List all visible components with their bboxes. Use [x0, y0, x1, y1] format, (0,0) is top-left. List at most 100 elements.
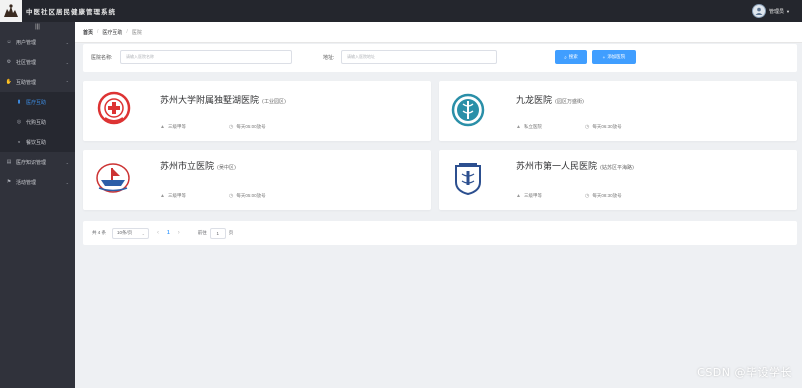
hospital-name[interactable]: 苏州大学附属独墅湖医院 (工业园区)	[160, 93, 286, 106]
hospital-name-text: 九龙医院	[516, 96, 553, 106]
hospital-name-input[interactable]: 请输入医院名称	[120, 50, 292, 64]
hospital-name-text: 苏州市立医院	[160, 162, 215, 172]
next-page-button[interactable]: ›	[178, 230, 180, 236]
clock-icon: ◷	[229, 124, 234, 130]
hospital-card[interactable]: 九龙医院 (园区万盛街) ▲ 私立医院 ◷ 每天06:30放号	[439, 81, 797, 141]
prev-page-button[interactable]: ‹	[157, 230, 159, 236]
add-button-label: 添加医院	[607, 54, 626, 59]
doc-icon: ▮	[17, 99, 21, 105]
hospital-level-text: 三级甲等	[167, 124, 186, 129]
hospital-name-text: 苏州市第一人民医院	[516, 162, 598, 172]
hospital-area: (吴中区)	[217, 165, 236, 171]
sidebar-item-medical-aid[interactable]: ▮ 医疗互助	[0, 92, 75, 112]
user-menu[interactable]: 管理员 ▼	[752, 4, 790, 18]
thumbs-up-icon: ▲	[516, 193, 521, 199]
hospital-hours: ◷ 每天05:00放号	[229, 124, 266, 130]
chevron-down-icon: ⌄	[65, 59, 69, 65]
breadcrumb-current: 医院	[131, 29, 142, 36]
hospital-level-text: 三级甲等	[167, 193, 186, 198]
book-icon: ▤	[6, 159, 12, 165]
bowl-icon: ◒	[17, 139, 21, 145]
app-title: 中医社区居民健康管理系统	[26, 8, 116, 16]
goto-page-input[interactable]: 1	[209, 227, 226, 239]
hospital-hours-text: 每天05:00放号	[236, 193, 266, 198]
hospital-name-text: 苏州大学附属独墅湖医院	[160, 96, 260, 106]
hospital-level-text: 三级甲等	[523, 193, 542, 198]
hospital-level-text: 私立医院	[523, 124, 542, 129]
chevron-down-icon: ⌄	[141, 230, 146, 236]
gear-icon: ⚙	[6, 59, 12, 65]
sidebar-item-community[interactable]: ⚙ 社区管理 ⌄	[0, 52, 75, 72]
sidebar-item-activities[interactable]: ⚑ 活动管理 ⌄	[0, 172, 75, 192]
sidebar-item-label: 互助管理	[16, 79, 37, 86]
hospital-hours-text: 每天06:30放号	[592, 124, 622, 129]
search-button[interactable]: ⌕ 搜索	[555, 50, 587, 64]
page-number-current[interactable]: 1	[167, 230, 170, 236]
avatar[interactable]	[752, 4, 767, 18]
thumbs-up-icon: ▲	[160, 124, 165, 130]
hospital-area: (工业园区)	[262, 99, 286, 105]
search-icon: ⌕	[564, 54, 567, 60]
cart-icon: ◎	[16, 119, 22, 125]
page-label: 页	[228, 230, 234, 235]
hospital-hours: ◷ 每天06:30放号	[585, 124, 622, 130]
sidebar: ||| ☺ 用户管理 ⌄ ⚙ 社区管理 ⌄ ✋ 互助管理 ⌃ ▮ 医疗互助 ◎ …	[0, 22, 75, 388]
teal-caduceus-emblem-icon	[451, 93, 485, 127]
hospital-area: (园区万盛街)	[555, 99, 584, 105]
hospital-name[interactable]: 九龙医院 (园区万盛街)	[516, 93, 584, 106]
app-logo	[0, 0, 22, 22]
user-icon: ☺	[6, 39, 12, 45]
breadcrumb-medical-aid[interactable]: 医疗互助	[102, 29, 122, 36]
hospital-card[interactable]: 苏州市第一人民医院 (姑苏区平海路) ▲ 三级甲等 ◷ 每天08:30放号	[439, 150, 797, 210]
breadcrumb-home[interactable]: 首页	[83, 29, 93, 36]
chevron-down-icon[interactable]: ▼	[786, 9, 790, 14]
add-hospital-button[interactable]: + 添加医院	[592, 50, 636, 64]
hospital-hours: ◷ 每天05:00放号	[229, 193, 266, 199]
hamburger-icon[interactable]: |||	[0, 22, 75, 32]
hospital-hours-text: 每天05:00放号	[236, 124, 266, 129]
page-size-value: 10条/页	[117, 230, 133, 235]
blue-shield-emblem-icon	[453, 162, 483, 196]
sidebar-item-label: 活动管理	[16, 179, 37, 186]
goto-label: 前往	[197, 230, 207, 235]
user-name[interactable]: 管理员	[769, 8, 784, 15]
plus-icon: +	[602, 54, 606, 60]
chevron-down-icon: ⌄	[65, 159, 69, 165]
flag-icon: ⚑	[6, 179, 12, 185]
sidebar-item-label: 代购互助	[26, 119, 47, 126]
pagination: 共 4 条 10条/页 ⌄ ‹ 1 › 前往 1 页	[83, 221, 797, 245]
sidebar-item-users[interactable]: ☺ 用户管理 ⌄	[0, 32, 75, 52]
hospital-hours-text: 每天08:30放号	[592, 193, 622, 198]
sidebar-item-label: 医疗互助	[26, 99, 47, 106]
page-size-select[interactable]: 10条/页 ⌄	[112, 227, 150, 239]
search-form: 医院名称: 请输入医院名称 地址: 请输入医院地址 ⌕ 搜索 + 添加医院	[83, 44, 797, 72]
chevron-down-icon: ⌄	[65, 39, 69, 45]
hospital-level: ▲ 私立医院	[516, 124, 542, 130]
red-ship-emblem-icon	[95, 162, 131, 194]
hospital-name[interactable]: 苏州市立医院 (吴中区)	[160, 159, 236, 172]
sidebar-item-mutual-aid[interactable]: ✋ 互助管理 ⌃	[0, 72, 75, 92]
sidebar-item-medical-knowledge[interactable]: ▤ 医疗知识管理 ⌄	[0, 152, 75, 172]
sidebar-item-purchase-aid[interactable]: ◎ 代购互助	[0, 112, 75, 132]
breadcrumb-separator: /	[126, 29, 128, 35]
hospital-card[interactable]: 苏州大学附属独墅湖医院 (工业园区) ▲ 三级甲等 ◷ 每天05:00放号	[83, 81, 431, 141]
sidebar-item-label: 用户管理	[16, 39, 37, 46]
handshake-icon: ✋	[5, 79, 13, 85]
pagination-total: 共 4 条	[92, 230, 107, 235]
hospital-card[interactable]: 苏州市立医院 (吴中区) ▲ 三级甲等 ◷ 每天05:00放号	[83, 150, 431, 210]
search-button-label: 搜索	[568, 54, 578, 59]
hospital-level: ▲ 三级甲等	[516, 193, 542, 199]
thumbs-up-icon: ▲	[160, 193, 165, 199]
address-input[interactable]: 请输入医院地址	[341, 50, 497, 64]
chevron-down-icon: ⌄	[65, 179, 69, 185]
sidebar-item-catering-aid[interactable]: ◒ 餐饮互助	[0, 132, 75, 152]
clock-icon: ◷	[585, 193, 590, 199]
sidebar-item-label: 医疗知识管理	[16, 159, 47, 166]
clock-icon: ◷	[229, 193, 234, 199]
address-label: 地址:	[323, 55, 335, 61]
thumbs-up-icon: ▲	[516, 124, 521, 130]
hospital-name[interactable]: 苏州市第一人民医院 (姑苏区平海路)	[516, 159, 634, 172]
breadcrumb-separator: /	[97, 29, 99, 35]
sidebar-item-label: 社区管理	[16, 59, 37, 66]
clock-icon: ◷	[585, 124, 590, 130]
